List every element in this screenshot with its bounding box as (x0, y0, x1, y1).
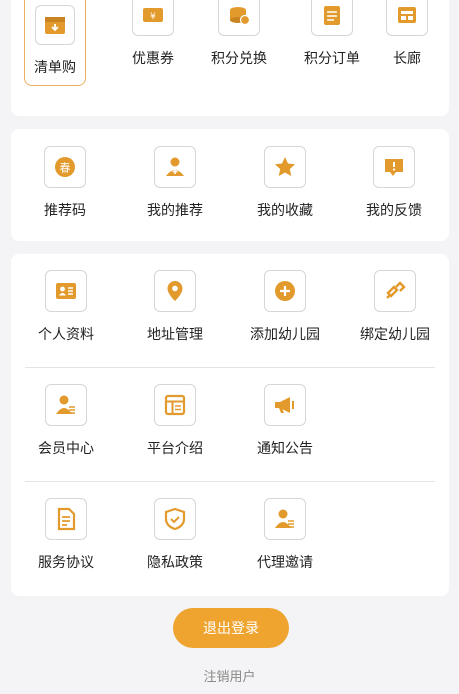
menu-label: 优惠券 (132, 51, 174, 67)
menu-label: 平台介绍 (147, 441, 203, 457)
link-icon (374, 270, 416, 312)
menu-item-profile[interactable]: 个人资料 (31, 270, 101, 344)
menu-label: 代理邀请 (257, 555, 313, 571)
menu-item-points-exchange[interactable]: 积分兑换 (199, 0, 279, 68)
svg-text:春: 春 (60, 162, 71, 175)
gallery-icon (386, 0, 428, 36)
menu-label: 地址管理 (147, 327, 203, 343)
recommend-card: 春 推荐码 我的推荐 我的收藏 我的反馈 (11, 129, 449, 241)
box-icon (35, 5, 75, 45)
menu-item-bind-kindergarten[interactable]: 绑定幼儿园 (351, 270, 439, 344)
menu-label: 会员中心 (38, 441, 94, 457)
menu-label: 推荐码 (44, 203, 86, 219)
menu-item-add-kindergarten[interactable]: 添加幼儿园 (241, 270, 329, 344)
menu-label: 清单购 (34, 60, 76, 76)
user-plus-icon (154, 146, 196, 188)
menu-label: 个人资料 (38, 327, 94, 343)
plus-circle-icon (264, 270, 306, 312)
menu-item-agent-invite[interactable]: 代理邀请 (248, 498, 322, 572)
menu-label: 我的推荐 (147, 203, 203, 219)
feedback-icon (373, 146, 415, 188)
location-pin-icon (154, 270, 196, 312)
menu-label: 我的反馈 (366, 203, 422, 219)
menu-item-coupon[interactable]: ¥ 优惠券 (117, 0, 189, 68)
menu-label: 服务协议 (38, 555, 94, 571)
menu-item-points-order[interactable]: 积分订单 (292, 0, 372, 68)
logout-button[interactable]: 退出登录 (173, 608, 289, 648)
member-icon (45, 384, 87, 426)
menu-label: 我的收藏 (257, 203, 313, 219)
menu-item-feedback[interactable]: 我的反馈 (357, 146, 431, 220)
shield-check-icon (154, 498, 196, 540)
menu-item-my-recommend[interactable]: 我的推荐 (138, 146, 212, 220)
menu-label: 长廊 (393, 51, 421, 67)
menu-item-address[interactable]: 地址管理 (138, 270, 212, 344)
menu-item-qingdangou[interactable]: 清单购 (24, 0, 86, 86)
divider (25, 367, 435, 368)
top-menu-card: 清单购 ¥ 优惠券 积分兑换 积分订单 长廊 (11, 0, 449, 116)
menu-item-platform-intro[interactable]: 平台介绍 (138, 384, 212, 458)
menu-item-gallery[interactable]: 长廊 (377, 0, 437, 68)
menu-item-member-center[interactable]: 会员中心 (31, 384, 101, 458)
cancel-account-link[interactable]: 注销用户 (0, 666, 459, 685)
svg-text:¥: ¥ (150, 12, 156, 22)
document-icon (45, 498, 87, 540)
divider (25, 481, 435, 482)
star-icon (264, 146, 306, 188)
menu-item-referral-code[interactable]: 春 推荐码 (35, 146, 95, 220)
menu-label: 隐私政策 (147, 555, 203, 571)
megaphone-icon (264, 384, 306, 426)
menu-label: 通知公告 (257, 441, 313, 457)
menu-label: 绑定幼儿园 (360, 327, 430, 343)
spring-badge-icon: 春 (44, 146, 86, 188)
coins-icon (218, 0, 260, 36)
menu-item-service-agreement[interactable]: 服务协议 (31, 498, 101, 572)
agent-icon (264, 498, 306, 540)
menu-item-privacy-policy[interactable]: 隐私政策 (138, 498, 212, 572)
coupon-icon: ¥ (132, 0, 174, 36)
menu-label: 积分兑换 (211, 51, 267, 67)
menu-label: 添加幼儿园 (250, 327, 320, 343)
menu-label: 积分订单 (304, 51, 360, 67)
menu-item-notice[interactable]: 通知公告 (248, 384, 322, 458)
platform-icon (154, 384, 196, 426)
settings-card: 个人资料 地址管理 添加幼儿园 绑定幼儿园 会员中心 平台介绍 通知公告 服务协… (11, 254, 449, 596)
order-icon (311, 0, 353, 36)
menu-item-favorites[interactable]: 我的收藏 (248, 146, 322, 220)
profile-card-icon (45, 270, 87, 312)
